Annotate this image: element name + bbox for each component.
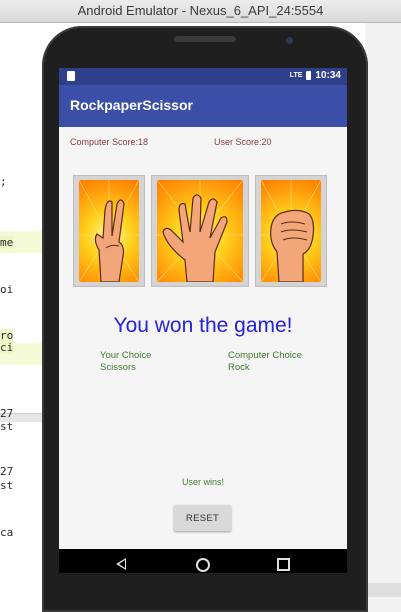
app-title: RockpaperScissor bbox=[70, 97, 193, 113]
ide-code-fragment: me bbox=[0, 236, 14, 249]
ide-code-fragment: 27 bbox=[0, 465, 14, 478]
ide-code-fragment: oi bbox=[0, 283, 14, 296]
recents-icon[interactable] bbox=[277, 558, 290, 571]
navigation-bar bbox=[59, 549, 347, 573]
phone-frame: LTE 10:34 RockpaperScissor Computer Scor… bbox=[42, 26, 368, 612]
status-icons: LTE 10:34 bbox=[290, 70, 341, 81]
paper-hand-icon bbox=[157, 180, 243, 282]
user-choice-label: Your Choice bbox=[100, 350, 152, 361]
app-bar: RockpaperScissor bbox=[59, 85, 347, 127]
user-choice: Your Choice Scissors bbox=[100, 350, 151, 374]
winner-text: User wins! bbox=[181, 477, 224, 487]
computer-choice-label: Computer Choice bbox=[228, 350, 302, 361]
rock-image-button[interactable] bbox=[255, 175, 327, 287]
computer-choice-value: Rock bbox=[228, 362, 250, 373]
speaker-grille bbox=[174, 36, 236, 42]
rock-fist-icon bbox=[261, 180, 321, 282]
computer-choice: Computer Choice Rock bbox=[228, 350, 302, 374]
back-icon-inner bbox=[119, 560, 125, 568]
ide-code-fragment: ; bbox=[0, 175, 7, 188]
ide-panel bbox=[365, 583, 401, 597]
user-choice-value: Scissors bbox=[100, 362, 136, 373]
notification-icon bbox=[67, 71, 75, 81]
emulator-window-title: Android Emulator - Nexus_6_API_24:5554 bbox=[0, 0, 401, 23]
scissors-image-button[interactable] bbox=[73, 175, 145, 287]
paper-image-button[interactable] bbox=[151, 175, 249, 287]
home-icon[interactable] bbox=[196, 558, 210, 572]
phone-screen: LTE 10:34 RockpaperScissor Computer Scor… bbox=[59, 68, 347, 573]
ide-code-fragment: st bbox=[0, 479, 14, 492]
reset-button[interactable]: RESET bbox=[174, 505, 231, 531]
scissors-hand-icon bbox=[79, 180, 139, 282]
computer-score: Computer Score:18 bbox=[70, 137, 149, 147]
lte-signal-icon: LTE bbox=[289, 72, 303, 79]
ide-code-fragment: ca bbox=[0, 526, 14, 539]
ide-code-fragment: 27 bbox=[0, 407, 14, 420]
status-bar: LTE 10:34 bbox=[59, 68, 347, 85]
ide-code-fragment: st bbox=[0, 420, 14, 433]
battery-icon bbox=[306, 71, 312, 80]
ide-background-right bbox=[365, 23, 401, 612]
front-camera bbox=[286, 37, 293, 44]
user-score: User Score:20 bbox=[214, 137, 272, 147]
status-time: 10:34 bbox=[315, 70, 341, 81]
result-message: You won the game! bbox=[113, 314, 293, 337]
ide-code-fragment: ci bbox=[0, 341, 14, 354]
